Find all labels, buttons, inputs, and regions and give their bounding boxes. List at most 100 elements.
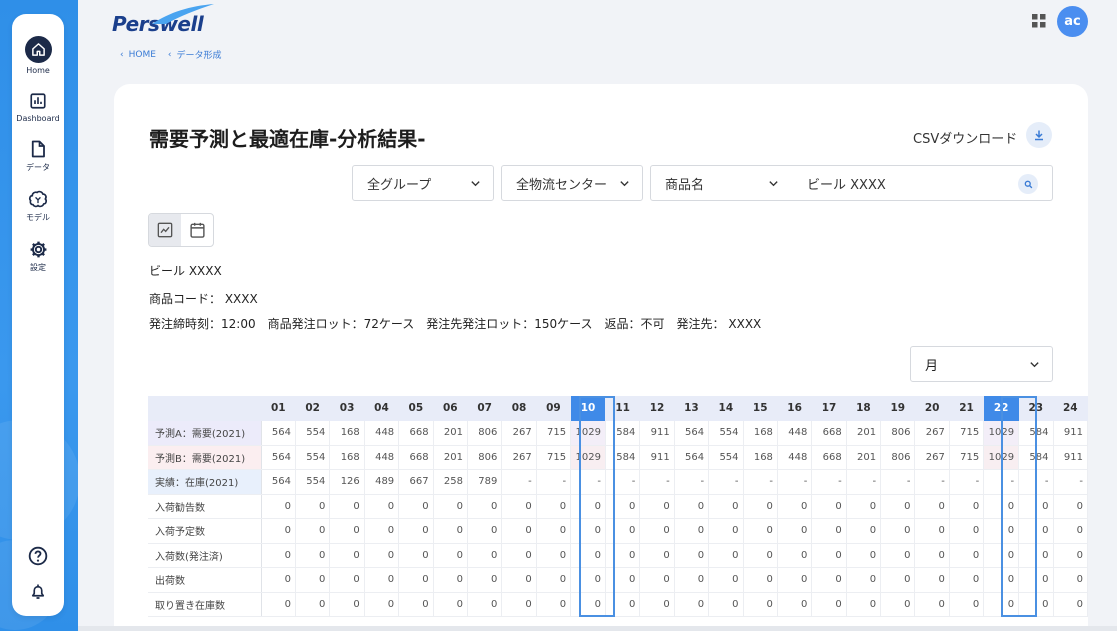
search-field-select[interactable]: 商品名 xyxy=(650,165,792,201)
table-cell[interactable]: - xyxy=(777,469,813,495)
table-cell[interactable]: 0 xyxy=(467,518,503,544)
table-cell[interactable]: 0 xyxy=(708,567,744,593)
table-cell[interactable]: 0 xyxy=(983,518,1020,544)
table-cell[interactable]: 0 xyxy=(501,592,537,617)
table-cell[interactable]: 0 xyxy=(708,518,744,544)
table-cell[interactable]: 0 xyxy=(295,494,331,519)
table-cell[interactable]: 0 xyxy=(398,567,434,593)
table-cell[interactable]: 0 xyxy=(708,543,744,568)
table-cell[interactable]: 0 xyxy=(433,518,468,544)
table-cell[interactable]: 0 xyxy=(364,494,400,519)
table-cell[interactable]: 0 xyxy=(674,494,710,519)
table-cell[interactable]: 789 xyxy=(467,469,503,495)
table-cell[interactable]: 168 xyxy=(743,445,778,470)
table-cell[interactable]: 0 xyxy=(708,494,744,519)
table-cell[interactable]: 911 xyxy=(1053,420,1088,446)
table-cell[interactable]: 0 xyxy=(433,567,468,593)
table-cell[interactable]: 564 xyxy=(261,445,297,470)
table-cell[interactable]: 0 xyxy=(433,592,468,617)
table-cell[interactable]: 0 xyxy=(329,494,365,519)
table-cell[interactable]: 267 xyxy=(914,420,950,446)
table-cell[interactable]: 448 xyxy=(364,445,400,470)
table-cell[interactable]: 0 xyxy=(1053,543,1088,568)
csv-download-label[interactable]: CSVダウンロード xyxy=(913,128,1017,147)
table-cell[interactable]: 0 xyxy=(398,518,434,544)
group-select[interactable]: 全グループ xyxy=(352,165,494,201)
table-cell[interactable]: - xyxy=(880,469,916,495)
table-cell[interactable]: 1029 xyxy=(570,420,606,446)
table-cell[interactable]: 0 xyxy=(1018,494,1054,519)
apps-grid-icon[interactable] xyxy=(1032,14,1046,28)
table-cell[interactable]: 911 xyxy=(639,420,675,446)
table-cell[interactable]: 668 xyxy=(811,420,847,446)
avatar[interactable]: ac xyxy=(1057,6,1088,37)
horizontal-scrollbar[interactable] xyxy=(78,626,1117,631)
table-cell[interactable]: 0 xyxy=(605,567,641,593)
table-cell[interactable]: 0 xyxy=(811,543,847,568)
table-cell[interactable]: 0 xyxy=(949,592,985,617)
table-cell[interactable]: 554 xyxy=(295,420,331,446)
table-cell[interactable]: 0 xyxy=(639,518,675,544)
table-cell[interactable]: 0 xyxy=(777,518,813,544)
table-cell[interactable]: 0 xyxy=(501,518,537,544)
table-cell[interactable]: 0 xyxy=(743,543,778,568)
table-cell[interactable]: 0 xyxy=(570,592,606,617)
table-cell[interactable]: 1029 xyxy=(983,420,1020,446)
table-cell[interactable]: 0 xyxy=(467,494,503,519)
table-column-header[interactable]: 11 xyxy=(605,396,640,421)
table-cell[interactable]: 0 xyxy=(1053,518,1088,544)
table-cell[interactable]: 201 xyxy=(433,445,468,470)
table-cell[interactable]: 0 xyxy=(536,592,572,617)
table-cell[interactable]: 0 xyxy=(914,567,950,593)
calendar-view-button[interactable] xyxy=(181,214,213,246)
table-cell[interactable]: 267 xyxy=(501,420,537,446)
table-cell[interactable]: 201 xyxy=(846,445,882,470)
table-cell[interactable]: 0 xyxy=(1053,592,1088,617)
table-cell[interactable]: 0 xyxy=(983,543,1020,568)
table-cell[interactable]: - xyxy=(674,469,710,495)
table-cell[interactable]: 715 xyxy=(949,445,985,470)
table-cell[interactable]: 0 xyxy=(743,494,778,519)
table-cell[interactable]: 0 xyxy=(1018,518,1054,544)
table-cell[interactable]: 0 xyxy=(639,494,675,519)
sidebar-item-data[interactable]: データ xyxy=(12,139,64,173)
table-cell[interactable]: 0 xyxy=(846,518,882,544)
table-cell[interactable]: 267 xyxy=(501,445,537,470)
table-cell[interactable]: 0 xyxy=(605,518,641,544)
table-column-header[interactable]: 13 xyxy=(674,396,709,421)
table-cell[interactable]: 0 xyxy=(570,567,606,593)
table-cell[interactable]: 0 xyxy=(914,494,950,519)
table-cell[interactable]: 911 xyxy=(1053,445,1088,470)
table-cell[interactable]: 564 xyxy=(261,420,297,446)
sidebar-item-settings[interactable]: 設定 xyxy=(12,239,64,273)
table-cell[interactable]: 0 xyxy=(536,567,572,593)
table-cell[interactable]: 0 xyxy=(846,543,882,568)
table-cell[interactable]: 0 xyxy=(605,494,641,519)
table-cell[interactable]: 0 xyxy=(949,494,985,519)
table-cell[interactable]: 0 xyxy=(398,592,434,617)
table-cell[interactable]: 0 xyxy=(605,592,641,617)
table-cell[interactable]: 0 xyxy=(467,567,503,593)
table-cell[interactable]: - xyxy=(1053,469,1088,495)
table-cell[interactable]: 715 xyxy=(536,420,572,446)
table-cell[interactable]: - xyxy=(605,469,641,495)
table-cell[interactable]: - xyxy=(811,469,847,495)
table-cell[interactable]: 201 xyxy=(846,420,882,446)
table-column-header[interactable]: 05 xyxy=(398,396,434,421)
table-cell[interactable]: 0 xyxy=(364,518,400,544)
table-cell[interactable]: 0 xyxy=(570,543,606,568)
table-cell[interactable]: 0 xyxy=(467,592,503,617)
table-cell[interactable]: 584 xyxy=(605,445,641,470)
table-cell[interactable]: 806 xyxy=(467,445,503,470)
table-cell[interactable]: 0 xyxy=(329,543,365,568)
table-column-header[interactable]: 06 xyxy=(433,396,468,421)
table-cell[interactable]: 0 xyxy=(880,518,916,544)
table-cell[interactable]: - xyxy=(743,469,778,495)
table-cell[interactable]: 0 xyxy=(777,494,813,519)
table-cell[interactable]: 0 xyxy=(398,543,434,568)
table-cell[interactable]: 0 xyxy=(536,518,572,544)
table-column-header[interactable]: 19 xyxy=(880,396,915,421)
table-cell[interactable]: - xyxy=(639,469,675,495)
table-cell[interactable]: 168 xyxy=(743,420,778,446)
table-cell[interactable]: 0 xyxy=(880,494,916,519)
